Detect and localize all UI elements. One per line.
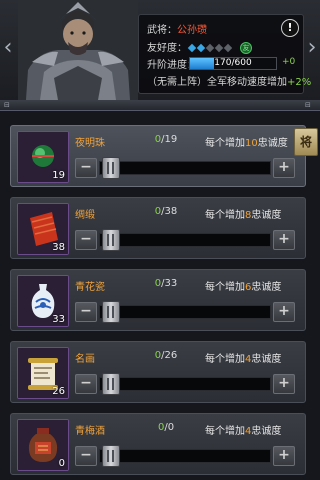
army-bonus-note: （无需上阵）全军移动速度增加+2%	[147, 73, 311, 88]
item-effect: 每个增加8忠诚度	[205, 206, 281, 221]
effect-prefix: 每个增加	[205, 138, 245, 149]
army-bonus-value: +2%	[287, 77, 312, 88]
count-max: 0	[167, 422, 175, 433]
general-name: 公孙瓒	[177, 25, 207, 36]
item-effect: 每个增加4忠诚度	[205, 350, 281, 365]
decrease-button[interactable]: −	[75, 230, 97, 250]
scroll-painting-icon: 26	[17, 347, 69, 399]
item-effect: 每个增加10忠诚度	[205, 134, 288, 149]
selected-count: 0/0	[157, 422, 175, 433]
quantity-slider[interactable]	[99, 373, 271, 395]
friendship-diamond-icon	[205, 43, 215, 52]
effect-suffix: 忠诚度	[251, 282, 282, 293]
general-name-row: 武将：公孙瓒	[147, 21, 207, 36]
item-effect: 每个增加6忠诚度	[205, 278, 281, 293]
rank-progress-text: 170/600	[214, 58, 252, 68]
gift-item-row[interactable]: 19 夜明珠 0/19 每个增加10忠诚度 − +	[10, 125, 306, 187]
selected-count: 0/26	[154, 350, 178, 361]
effect-value: 10	[245, 138, 258, 149]
increase-button[interactable]: +	[273, 230, 295, 250]
slider-thumb[interactable]	[102, 301, 120, 323]
effect-prefix: 每个增加	[205, 426, 245, 437]
item-quantity: 38	[52, 242, 65, 253]
slider-thumb[interactable]	[102, 373, 120, 395]
increase-button[interactable]: +	[273, 374, 295, 394]
friendship-label: 友好度：	[147, 43, 187, 54]
item-quantity: 0	[58, 458, 65, 469]
friendship-row: 友好度： 友	[147, 39, 252, 54]
friendship-diamond-icon	[196, 43, 206, 52]
friendship-diamond-icon	[214, 43, 224, 52]
quantity-slider[interactable]	[99, 445, 271, 467]
item-name: 夜明珠	[75, 138, 105, 149]
gift-item-row[interactable]: 38 绸缎 0/38 每个增加8忠诚度 − +	[10, 197, 306, 259]
item-quantity: 26	[52, 386, 65, 397]
effect-prefix: 每个增加	[205, 282, 245, 293]
progress-bonus: +0	[282, 57, 296, 67]
increase-button[interactable]: +	[273, 446, 295, 466]
item-effect: 每个增加4忠诚度	[205, 422, 281, 437]
item-name: 青花瓷	[75, 282, 105, 293]
general-header: ‹ › 武将：公孙瓒 ! 友好度：友 升阶进度： 170/600 +0 （无需上…	[0, 0, 320, 100]
count-max: 38	[164, 206, 178, 217]
divider-right-icon: ⊟	[305, 101, 311, 109]
general-label: 武将：	[147, 25, 177, 36]
decrease-button[interactable]: −	[75, 158, 97, 178]
increase-button[interactable]: +	[273, 158, 295, 178]
rank-progress-bar: 170/600	[189, 57, 277, 70]
quantity-slider[interactable]	[99, 229, 271, 251]
friendship-diamond-icon	[187, 43, 197, 52]
general-info-panel: 武将：公孙瓒 ! 友好度：友 升阶进度： 170/600 +0 （无需上阵）全军…	[138, 14, 311, 94]
slider-thumb[interactable]	[102, 445, 120, 467]
gift-item-row[interactable]: 33 青花瓷 0/33 每个增加6忠诚度 − +	[10, 269, 306, 331]
selected-count: 0/33	[154, 278, 178, 289]
slider-thumb[interactable]	[102, 157, 120, 179]
effect-suffix: 忠诚度	[251, 354, 282, 365]
friend-badge-icon: 友	[240, 42, 252, 54]
count-max: 33	[164, 278, 178, 289]
selected-count: 0/19	[154, 134, 178, 145]
wine-jar-icon: 0	[17, 419, 69, 471]
friendship-diamond-icon	[223, 43, 233, 52]
quantity-slider[interactable]	[99, 157, 271, 179]
count-max: 19	[164, 134, 178, 145]
section-divider: ⊟ ⊟	[0, 100, 320, 111]
decrease-button[interactable]: −	[75, 302, 97, 322]
slider-thumb[interactable]	[102, 229, 120, 251]
effect-suffix: 忠诚度	[251, 426, 282, 437]
previous-general-arrow[interactable]: ‹	[0, 34, 16, 62]
silk-icon: 38	[17, 203, 69, 255]
increase-button[interactable]: +	[273, 302, 295, 322]
count-max: 26	[164, 350, 178, 361]
decrease-button[interactable]: −	[75, 446, 97, 466]
effect-prefix: 每个增加	[205, 210, 245, 221]
effect-suffix: 忠诚度	[251, 210, 282, 221]
info-warning-button[interactable]: !	[281, 19, 299, 37]
item-quantity: 19	[52, 170, 65, 181]
gift-item-row[interactable]: 0 青梅酒 0/0 每个增加4忠诚度 − +	[10, 413, 306, 475]
quantity-slider[interactable]	[99, 301, 271, 323]
divider-left-icon: ⊟	[4, 101, 10, 109]
effect-suffix: 忠诚度	[257, 138, 288, 149]
porcelain-icon: 33	[17, 275, 69, 327]
pearl-icon: 19	[17, 131, 69, 183]
item-name: 青梅酒	[75, 426, 105, 437]
army-bonus-text: （无需上阵）全军移动速度增加	[147, 77, 287, 88]
general-portrait	[18, 0, 138, 100]
decrease-button[interactable]: −	[75, 374, 97, 394]
gift-item-row[interactable]: 26 名画 0/26 每个增加4忠诚度 − +	[10, 341, 306, 403]
effect-prefix: 每个增加	[205, 354, 245, 365]
item-name: 绸缎	[75, 210, 95, 221]
item-name: 名画	[75, 354, 95, 365]
general-side-tab[interactable]: 将	[294, 128, 318, 156]
gift-item-list: 19 夜明珠 0/19 每个增加10忠诚度 − + 38 绸缎 0/38 每个增…	[0, 111, 320, 480]
selected-count: 0/38	[154, 206, 178, 217]
friendship-diamonds	[187, 43, 234, 54]
next-general-arrow[interactable]: ›	[304, 34, 320, 62]
item-quantity: 33	[52, 314, 65, 325]
